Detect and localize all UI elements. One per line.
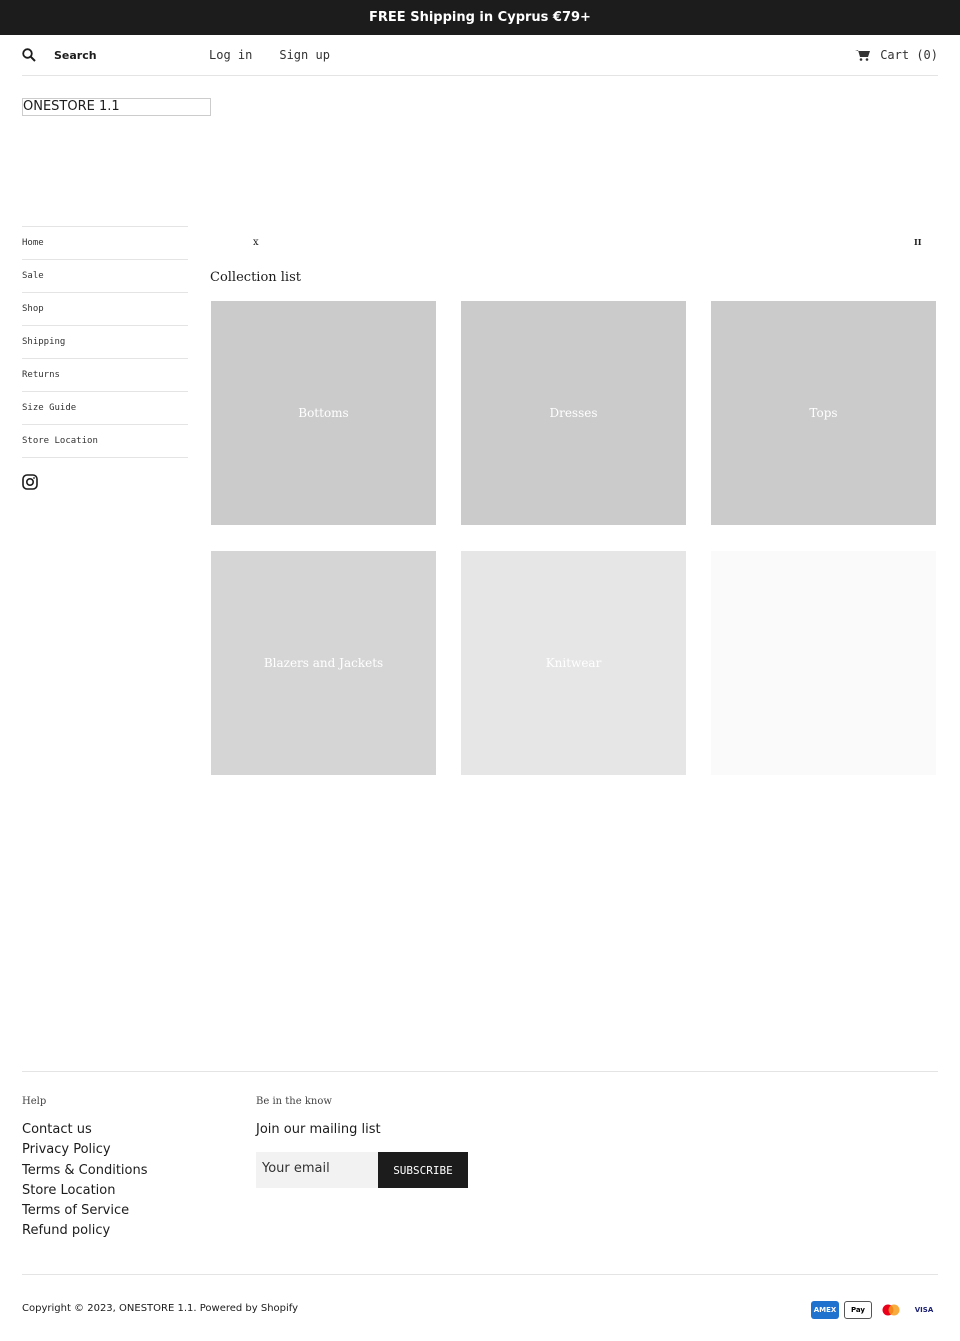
- amex-icon: AMEX: [811, 1301, 839, 1319]
- collection-tile[interactable]: [711, 551, 936, 775]
- cart-icon: [855, 50, 871, 61]
- instagram-icon[interactable]: [22, 474, 38, 490]
- cart-link[interactable]: Cart (0): [855, 48, 938, 62]
- search-icon: [22, 48, 36, 62]
- collection-tile[interactable]: Knitwear: [461, 551, 686, 775]
- announcement-bar: FREE Shipping in Cyprus €79+: [0, 0, 960, 35]
- login-link[interactable]: Log in: [209, 48, 252, 62]
- email-input[interactable]: Your email: [256, 1152, 378, 1188]
- signup-link[interactable]: Sign up: [279, 48, 330, 62]
- footer-link[interactable]: Refund policy: [22, 1221, 148, 1241]
- footer: Help Contact us Privacy Policy Terms & C…: [22, 1071, 938, 1238]
- mailing-label: Join our mailing list: [256, 1122, 381, 1137]
- collection-tile[interactable]: Bottoms: [211, 301, 436, 525]
- slideshow-pause-button[interactable]: II: [914, 237, 921, 247]
- slideshow-prev-button[interactable]: x: [253, 237, 259, 248]
- cart-label: Cart (0): [880, 48, 938, 62]
- nav-item-returns[interactable]: Returns: [22, 359, 188, 392]
- nav-item-size-guide[interactable]: Size Guide: [22, 392, 188, 425]
- footer-links: Contact us Privacy Policy Terms & Condit…: [22, 1120, 148, 1242]
- copyright: Copyright © 2023, ONESTORE 1.1. Powered …: [22, 1303, 299, 1314]
- payment-icons: AMEX Pay VISA: [811, 1301, 938, 1319]
- footer-link[interactable]: Terms & Conditions: [22, 1161, 148, 1181]
- visa-icon: VISA: [914, 1306, 934, 1314]
- footer-link[interactable]: Privacy Policy: [22, 1140, 148, 1160]
- nav-item-sale[interactable]: Sale: [22, 260, 188, 293]
- top-bar: Search Log in Sign up Cart (0): [22, 35, 938, 76]
- footer-link[interactable]: Store Location: [22, 1181, 148, 1201]
- store-logo[interactable]: ONESTORE 1.1: [22, 98, 211, 116]
- collection-tile[interactable]: Dresses: [461, 301, 686, 525]
- footer-link[interactable]: Contact us: [22, 1120, 148, 1140]
- nav-item-shop[interactable]: Shop: [22, 293, 188, 326]
- newsletter-heading: Be in the know: [256, 1096, 332, 1107]
- nav-item-store-location[interactable]: Store Location: [22, 425, 188, 458]
- footer-bottom: Copyright © 2023, ONESTORE 1.1. Powered …: [22, 1274, 938, 1319]
- nav-item-shipping[interactable]: Shipping: [22, 326, 188, 359]
- sidebar-nav: Home Sale Shop Shipping Returns Size Gui…: [22, 226, 188, 458]
- help-heading: Help: [22, 1096, 47, 1107]
- mastercard-icon: [877, 1301, 905, 1319]
- apple-pay-icon: Pay: [844, 1301, 872, 1319]
- collection-tile[interactable]: Blazers and Jackets: [211, 551, 436, 775]
- nav-item-home[interactable]: Home: [22, 227, 188, 260]
- footer-link[interactable]: Terms of Service: [22, 1201, 148, 1221]
- collection-title: Collection list: [210, 270, 301, 285]
- search-label: Search: [54, 48, 97, 62]
- subscribe-button[interactable]: SUBSCRIBE: [378, 1152, 468, 1188]
- search-button[interactable]: Search: [22, 48, 209, 62]
- collection-tile[interactable]: Tops: [711, 301, 936, 525]
